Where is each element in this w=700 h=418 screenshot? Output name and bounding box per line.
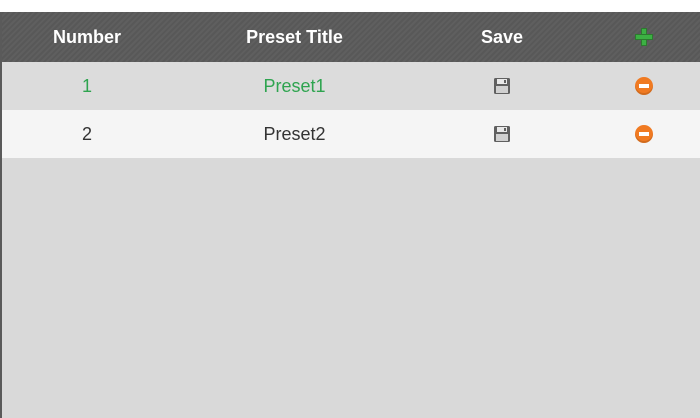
table-row[interactable]: 2 Preset2 (2, 110, 700, 158)
header-preset-title: Preset Title (172, 12, 417, 62)
floppy-disk-icon[interactable] (493, 77, 511, 95)
preset-table: Number Preset Title Save 1 Preset1 2 Pre… (0, 12, 700, 418)
header-save-label: Save (480, 26, 524, 47)
row-number: 2 (2, 110, 172, 158)
row-title[interactable]: Preset1 (172, 62, 417, 110)
add-preset-button[interactable] (587, 12, 700, 62)
table-row[interactable]: 1 Preset1 (2, 62, 700, 110)
plus-icon[interactable] (634, 28, 653, 46)
save-preset-button[interactable] (417, 62, 587, 110)
header-save: Save (417, 12, 587, 62)
header-preset-title-label: Preset Title (246, 26, 343, 47)
minus-circle-icon[interactable] (634, 77, 653, 95)
header-number-label: Number (52, 26, 121, 47)
save-preset-button[interactable] (417, 110, 587, 158)
row-title[interactable]: Preset2 (172, 110, 417, 158)
row-title-text: Preset2 (263, 123, 326, 144)
row-title-text: Preset1 (263, 75, 326, 96)
minus-circle-icon[interactable] (634, 125, 653, 143)
row-number: 1 (2, 62, 172, 110)
table-header: Number Preset Title Save (2, 12, 700, 62)
delete-preset-button[interactable] (587, 110, 700, 158)
delete-preset-button[interactable] (587, 62, 700, 110)
header-number: Number (2, 12, 172, 62)
row-number-text: 2 (81, 123, 92, 144)
row-number-text: 1 (81, 75, 92, 96)
top-strip (0, 0, 700, 12)
floppy-disk-icon[interactable] (493, 125, 511, 143)
